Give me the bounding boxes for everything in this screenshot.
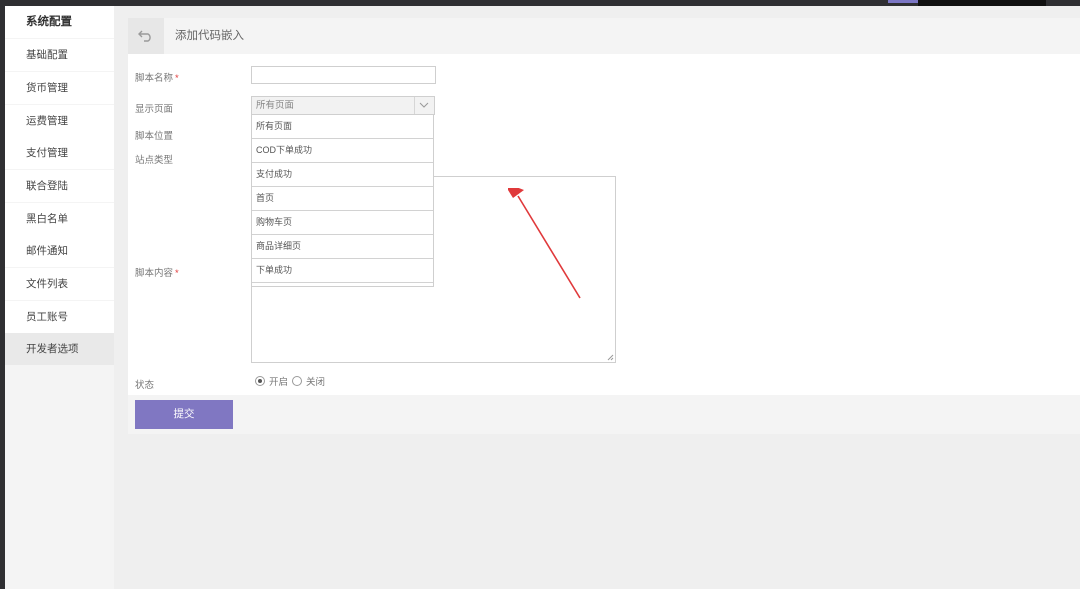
dropdown-option-product-detail[interactable]: 商品详细页 xyxy=(252,235,433,259)
dropdown-option-home[interactable]: 首页 xyxy=(252,187,433,211)
script-position-label: 脚本位置 xyxy=(135,131,174,142)
sidebar-item-currency[interactable]: 货币管理 xyxy=(5,72,114,104)
undo-arrow-icon xyxy=(138,30,151,42)
topbar-badge xyxy=(888,0,918,3)
back-button[interactable] xyxy=(128,18,164,54)
status-on-radio[interactable] xyxy=(255,376,265,386)
sidebar: 系统配置 基础配置 货币管理 运费管理 支付管理 联合登陆 黑白名单 邮件通知 … xyxy=(5,6,114,589)
script-name-label-text: 脚本名称 xyxy=(135,73,174,84)
display-page-label: 显示页面 xyxy=(135,104,174,115)
dropdown-option-payment-success[interactable]: 支付成功 xyxy=(252,163,433,187)
dropdown-option-cart[interactable]: 购物车页 xyxy=(252,211,433,235)
display-page-dropdown: 所有页面 COD下单成功 支付成功 首页 购物车页 商品详细页 下单成功 xyxy=(251,115,434,287)
status-off-label[interactable]: 关闭 xyxy=(306,374,325,388)
display-page-value: 所有页面 xyxy=(256,100,295,111)
sidebar-title-system-config[interactable]: 系统配置 xyxy=(5,6,114,38)
select-divider xyxy=(414,97,415,114)
status-label: 状态 xyxy=(135,380,155,391)
main-panel: 添加代码嵌入 脚本名称 * 显示页面 所有页面 脚本位置 站点类型 脚本内容 * 所… xyxy=(128,18,1080,434)
sidebar-item-basic-config[interactable]: 基础配置 xyxy=(5,39,114,71)
script-content-label-text: 脚本内容 xyxy=(135,268,174,279)
submit-button[interactable]: 提交 xyxy=(135,400,233,429)
dropdown-option-all-pages[interactable]: 所有页面 xyxy=(252,115,433,139)
top-bar xyxy=(0,0,1080,6)
resize-handle-icon[interactable] xyxy=(607,354,614,361)
required-mark: * xyxy=(175,268,179,279)
sidebar-item-email-notify[interactable]: 邮件通知 xyxy=(5,235,114,267)
sidebar-item-shipping[interactable]: 运费管理 xyxy=(5,105,114,137)
sidebar-item-joint-login[interactable]: 联合登陆 xyxy=(5,170,114,202)
panel-header: 添加代码嵌入 xyxy=(128,18,1080,54)
chevron-down-icon xyxy=(419,102,429,108)
required-mark: * xyxy=(175,73,179,84)
sidebar-item-staff-account[interactable]: 员工账号 xyxy=(5,301,114,333)
status-on-label[interactable]: 开启 xyxy=(269,374,288,388)
sidebar-item-blacklist[interactable]: 黑白名单 xyxy=(5,203,114,235)
submit-strip xyxy=(128,395,1080,434)
page-title: 添加代码嵌入 xyxy=(175,30,244,42)
dropdown-option-order-success[interactable]: 下单成功 xyxy=(252,259,433,283)
display-page-select[interactable]: 所有页面 xyxy=(251,96,435,115)
annotation-arrow-icon xyxy=(508,188,581,299)
sidebar-item-file-list[interactable]: 文件列表 xyxy=(5,268,114,300)
sidebar-item-payment[interactable]: 支付管理 xyxy=(5,137,114,169)
topbar-user-area xyxy=(918,0,1046,6)
sidebar-item-developer[interactable]: 开发者选项 xyxy=(5,333,114,365)
script-name-label: 脚本名称 * xyxy=(135,70,179,84)
script-name-input[interactable] xyxy=(251,66,436,84)
script-content-label: 脚本内容 * xyxy=(135,265,179,279)
dropdown-option-cod-success[interactable]: COD下单成功 xyxy=(252,139,433,163)
site-type-label: 站点类型 xyxy=(135,155,174,166)
status-off-radio[interactable] xyxy=(292,376,302,386)
